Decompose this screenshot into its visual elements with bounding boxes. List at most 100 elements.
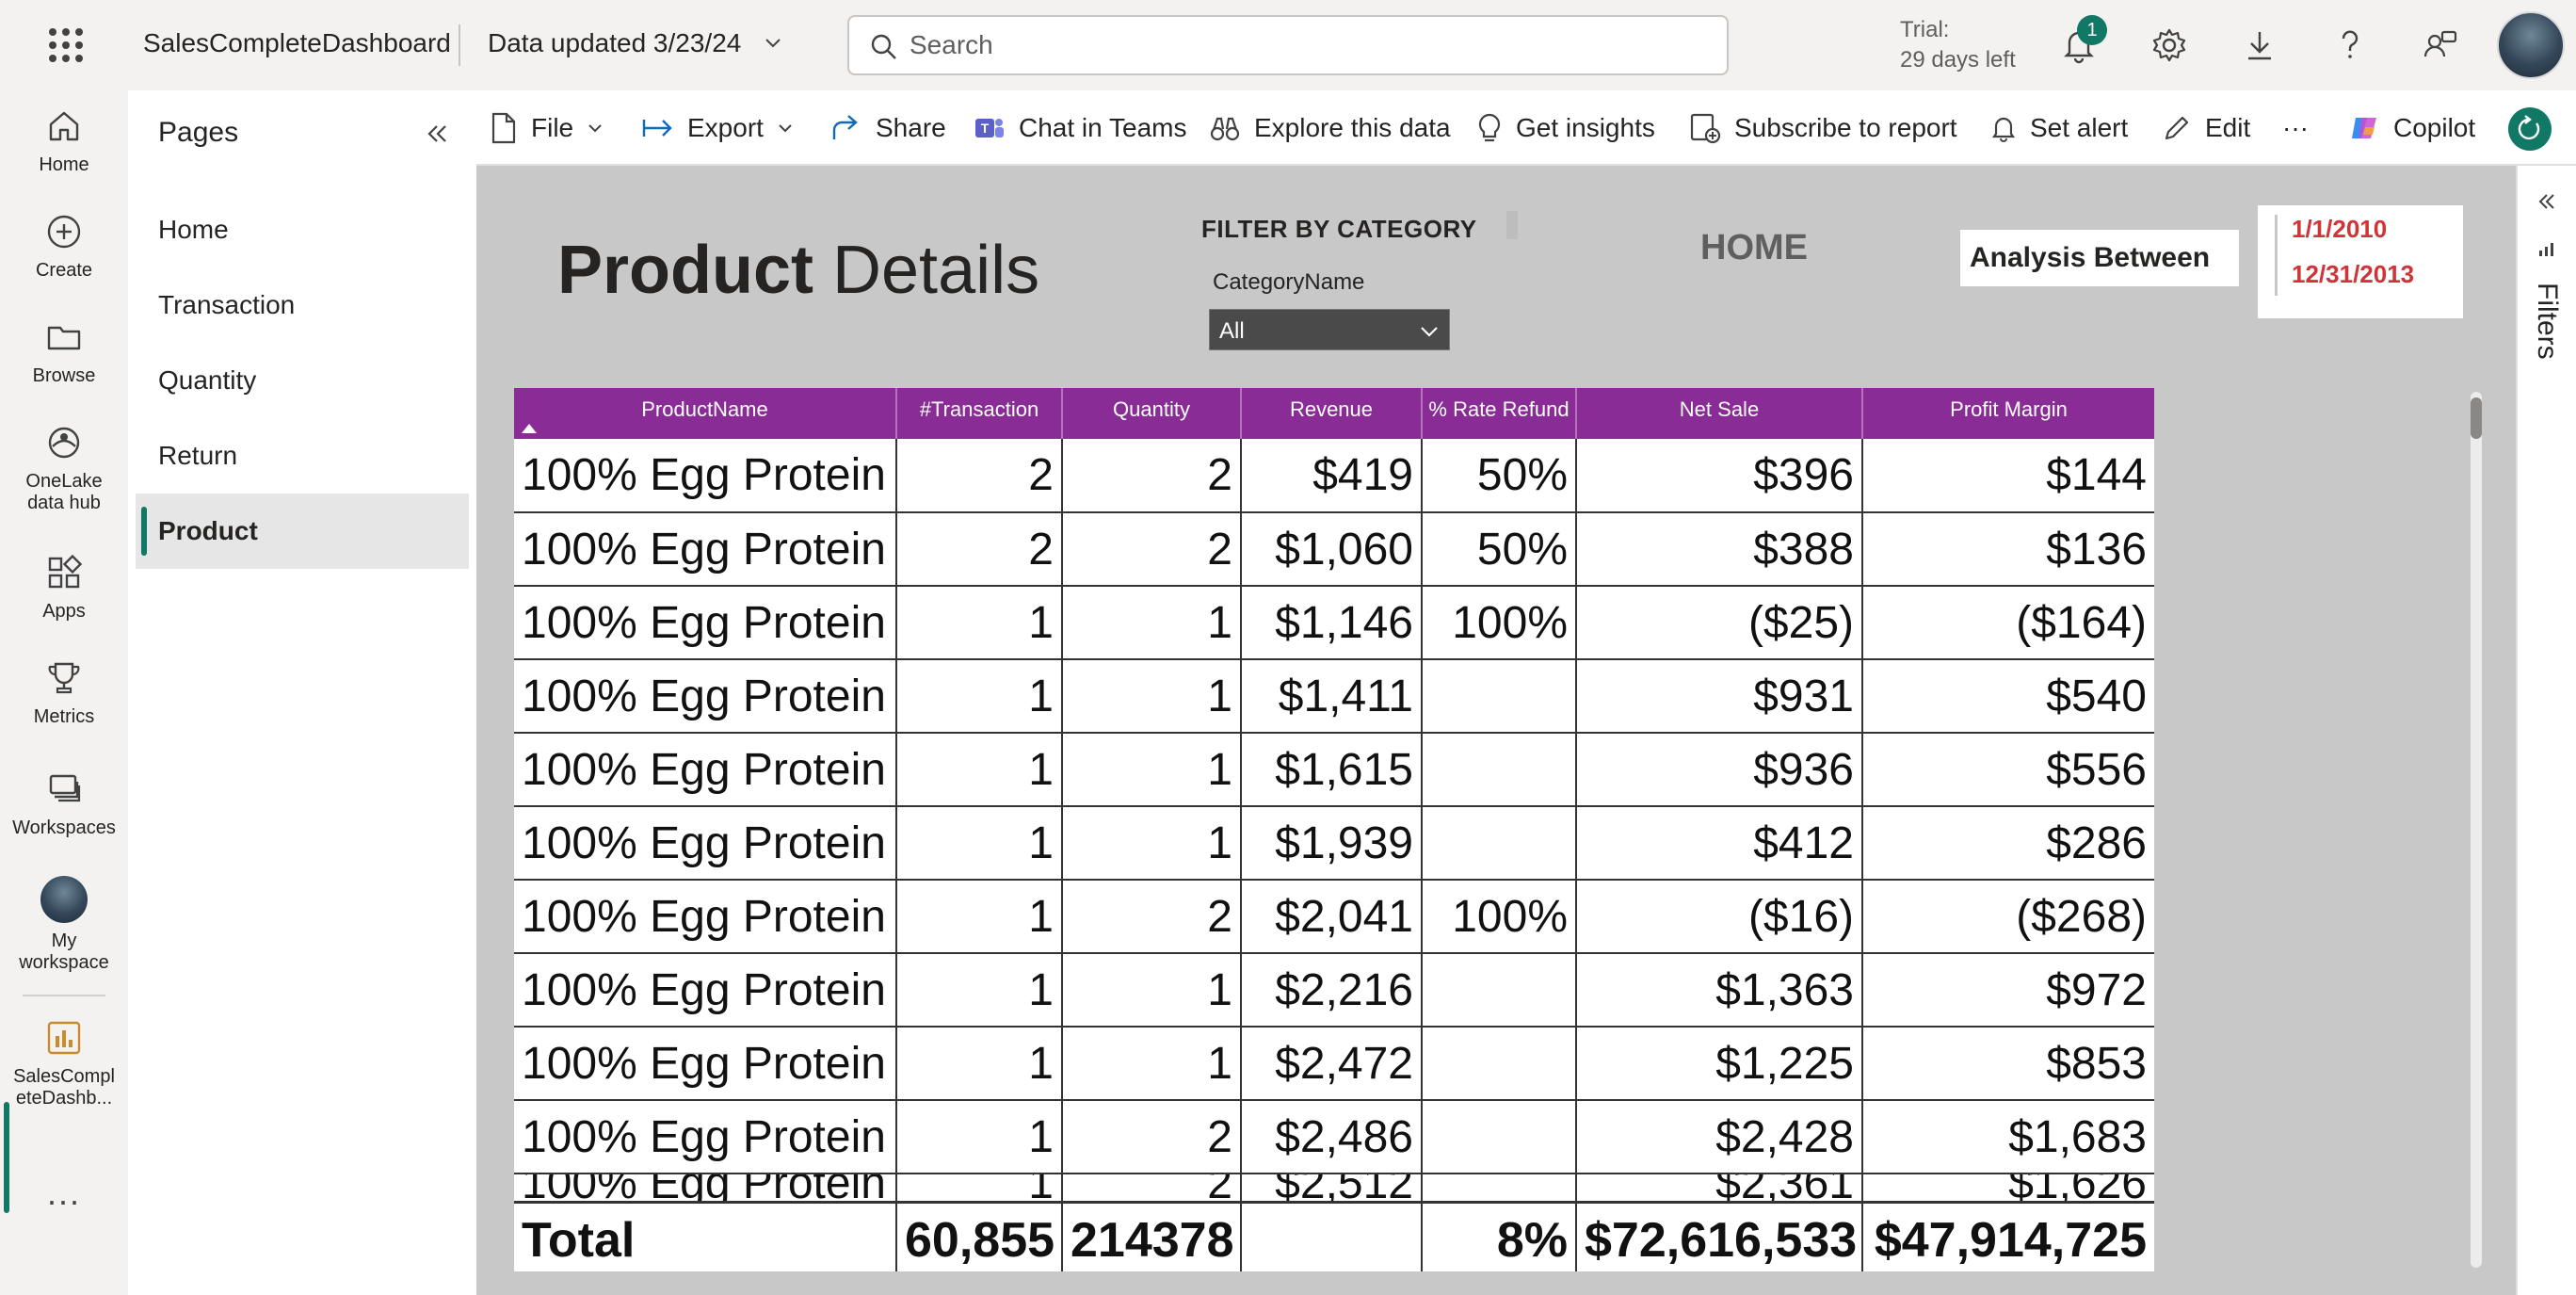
nav-create[interactable]: Create xyxy=(0,211,128,282)
table-row[interactable]: 100% Egg Protein 1 1 $1,411 $931 $540 xyxy=(514,659,2154,734)
table-row[interactable]: 100% Egg Protein 1 1 $2,216 $1,363 $972 xyxy=(514,953,2154,1028)
gear-icon[interactable] xyxy=(2149,24,2190,66)
table-cell: 100% Egg Protein xyxy=(514,586,897,660)
column-header[interactable]: % Rate Refund xyxy=(1422,388,1577,439)
edit-button[interactable]: Edit xyxy=(2162,90,2250,166)
chat-in-teams-button[interactable]: T Chat in Teams xyxy=(974,90,1186,166)
column-header[interactable]: Quantity xyxy=(1062,388,1242,439)
sort-ascending-icon[interactable] xyxy=(522,424,537,433)
help-icon[interactable] xyxy=(2329,24,2371,66)
app-title[interactable]: SalesCompleteDashboard xyxy=(143,28,451,58)
nav-onelake-label-2: data hub xyxy=(27,493,101,513)
onelake-icon xyxy=(48,427,80,459)
table-row[interactable]: 100% Egg Protein 1 1 $1,146 100% ($25) ($164) xyxy=(514,586,2154,660)
table-cell: $936 xyxy=(1576,733,1863,807)
search-box[interactable] xyxy=(847,15,1729,75)
folder-icon xyxy=(47,326,81,350)
page-item-transaction[interactable]: Transaction xyxy=(136,267,469,343)
page-item-home[interactable]: Home xyxy=(136,192,469,267)
table-row[interactable]: 100% Egg Protein 2 2 $419 50% $396 $144 xyxy=(514,439,2154,513)
file-menu-button[interactable]: File xyxy=(490,90,617,166)
table-row-partial[interactable]: 100% Egg Protein 1 2 $2,512 $2,361 $1,626 xyxy=(514,1174,2154,1204)
share-feedback-icon[interactable] xyxy=(2420,24,2461,66)
collapse-pages-icon[interactable] xyxy=(418,115,456,153)
file-label: File xyxy=(531,113,574,142)
table-cell-text: 2 xyxy=(1207,1174,1232,1203)
page-item-return[interactable]: Return xyxy=(136,418,469,494)
column-header[interactable]: Revenue xyxy=(1241,388,1423,439)
chevron-down-icon xyxy=(588,124,602,133)
table-cell: 1 xyxy=(896,733,1063,807)
filters-pane-label[interactable]: Filters xyxy=(2531,283,2563,360)
top-bar: SalesCompleteDashboard Data updated 3/23… xyxy=(0,0,2576,90)
table-cell: 1 xyxy=(1062,1027,1242,1101)
chevron-down-icon[interactable] xyxy=(763,32,783,53)
table-scrollbar[interactable] xyxy=(2471,392,2482,1268)
column-header[interactable]: ProductName xyxy=(514,388,897,439)
user-avatar[interactable] xyxy=(2497,11,2565,79)
table-cell: 100% Egg Protein xyxy=(514,1027,897,1101)
product-details-table[interactable]: ProductName #Transaction Quantity Revenu… xyxy=(514,388,2154,1271)
explore-data-button[interactable]: Explore this data xyxy=(1209,90,1451,166)
nav-workspaces[interactable]: Workspaces xyxy=(0,769,128,839)
export-menu-button[interactable]: Export xyxy=(642,90,807,166)
share-button[interactable]: Share xyxy=(830,90,946,166)
nav-more-icon[interactable]: ... xyxy=(0,1174,128,1213)
table-total-row: Total 60,855 214378 8% $72,616,533 $47,9… xyxy=(514,1201,2154,1271)
nav-report-sales-dashboard[interactable]: SalesCompl eteDashb... xyxy=(0,1017,128,1109)
nav-home[interactable]: Home xyxy=(0,105,128,176)
filters-pane[interactable]: Filters xyxy=(2516,166,2576,1295)
nav-metrics[interactable]: Metrics xyxy=(0,657,128,728)
subscribe-button[interactable]: Subscribe to report xyxy=(1689,90,1957,166)
table-cell: $396 xyxy=(1576,439,1863,513)
app-launcher-icon[interactable] xyxy=(49,28,83,62)
table-cell: 100% Egg Protein xyxy=(514,806,897,881)
refresh-icon[interactable] xyxy=(2508,107,2552,151)
nav-browse[interactable]: Browse xyxy=(0,316,128,387)
more-options-button[interactable]: ··· xyxy=(2282,90,2309,166)
get-insights-button[interactable]: Get insights xyxy=(1476,90,1655,166)
nav-apps-label: Apps xyxy=(42,601,86,622)
table-cell xyxy=(1422,659,1577,734)
search-input[interactable] xyxy=(910,26,1700,64)
trophy-icon xyxy=(48,662,80,694)
table-cell: $286 xyxy=(1862,806,2154,881)
table-cell: 100% Egg Protein xyxy=(514,512,897,587)
nav-apps[interactable]: Apps xyxy=(0,552,128,623)
table-cell-text: $1,626 xyxy=(2008,1174,2147,1203)
table-row[interactable]: 100% Egg Protein 2 2 $1,060 50% $388 $136 xyxy=(514,512,2154,587)
apps-icon xyxy=(48,554,83,589)
svg-text:T: T xyxy=(981,121,990,136)
scrollbar-thumb[interactable] xyxy=(2471,397,2482,439)
total-cell: 60,855 xyxy=(896,1201,1063,1271)
column-header[interactable]: Net Sale xyxy=(1576,388,1863,439)
column-header[interactable]: Profit Margin xyxy=(1862,388,2154,439)
table-row[interactable]: 100% Egg Protein 1 2 $2,041 100% ($16) ($268) xyxy=(514,880,2154,954)
table-row[interactable]: 100% Egg Protein 1 1 $2,472 $1,225 $853 xyxy=(514,1027,2154,1101)
table-header-row: ProductName #Transaction Quantity Revenu… xyxy=(514,388,2154,439)
table-row[interactable]: 100% Egg Protein 1 2 $2,486 $2,428 $1,683 xyxy=(514,1100,2154,1174)
page-item-product[interactable]: Product xyxy=(136,494,469,569)
column-header-label: ProductName xyxy=(641,397,768,421)
data-updated-dropdown[interactable]: Data updated 3/23/24 xyxy=(488,28,741,58)
table-cell: 2 xyxy=(1062,1100,1242,1174)
column-header[interactable]: #Transaction xyxy=(896,388,1063,439)
nav-home-label: Home xyxy=(39,154,89,175)
page-item-quantity[interactable]: Quantity xyxy=(136,343,469,418)
download-icon[interactable] xyxy=(2239,24,2280,66)
set-alert-button[interactable]: Set alert xyxy=(1990,90,2128,166)
expand-filters-icon[interactable] xyxy=(2535,190,2557,213)
category-slicer-dropdown[interactable]: All xyxy=(1209,309,1450,350)
total-cell xyxy=(1241,1201,1423,1271)
home-button[interactable]: HOME xyxy=(1700,228,1808,268)
table-row[interactable]: 100% Egg Protein 1 1 $1,615 $936 $556 xyxy=(514,733,2154,807)
table-row[interactable]: 100% Egg Protein 1 1 $1,939 $412 $286 xyxy=(514,806,2154,881)
category-slicer-value: All xyxy=(1219,318,1245,344)
table-cell: $1,615 xyxy=(1241,733,1423,807)
table-cell-text: $2,361 xyxy=(1715,1174,1854,1203)
nav-my-workspace[interactable]: My workspace xyxy=(0,876,128,974)
more-options-icon: ··· xyxy=(2282,113,2309,142)
workspaces-icon xyxy=(49,774,81,802)
copilot-button[interactable]: Copilot xyxy=(2348,90,2475,166)
nav-onelake[interactable]: OneLake data hub xyxy=(0,422,128,514)
